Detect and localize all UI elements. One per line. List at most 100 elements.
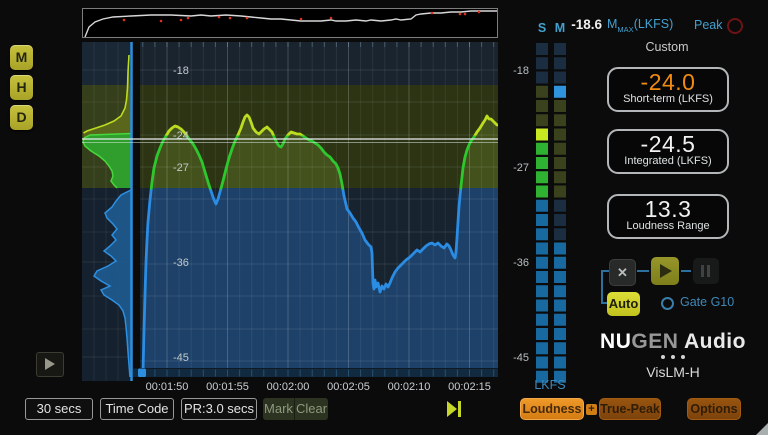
- graph-scrollbar[interactable]: [133, 369, 498, 378]
- meter-m-segment: [554, 143, 566, 155]
- meter-scale-label: -36: [513, 257, 529, 269]
- auto-button[interactable]: Auto: [607, 292, 640, 316]
- play-button[interactable]: [651, 257, 679, 285]
- meter-s-segment: [536, 129, 548, 141]
- meter-m-segment: [554, 129, 566, 141]
- histogram-play-button[interactable]: [36, 352, 64, 377]
- meter-s-segment: [536, 86, 548, 98]
- histogram-panel[interactable]: [82, 42, 131, 381]
- meter-m-segment: [554, 314, 566, 326]
- gate-label: Gate G10: [680, 295, 734, 309]
- skip-to-end-icon-bar: [458, 401, 461, 417]
- graph-y-label: -24: [173, 130, 189, 142]
- meter-m-segment: [554, 285, 566, 297]
- integrated-readout[interactable]: -24.5 Integrated (LKFS): [607, 129, 729, 174]
- connector-line: [601, 270, 603, 304]
- short-term-value: -24.0: [609, 69, 727, 95]
- meter-m-segment: [554, 43, 566, 55]
- meter-s-segment: [536, 243, 548, 255]
- connector-line: [637, 270, 649, 272]
- graph-y-label: -45: [173, 352, 189, 364]
- meter-scale-label: -27: [513, 162, 529, 174]
- meter-s-segment: [536, 157, 548, 169]
- true-peak-mode-button[interactable]: True-Peak: [599, 398, 661, 420]
- loudness-mode-button[interactable]: Loudness: [520, 398, 584, 420]
- meter-s-segment: [536, 57, 548, 69]
- loudness-history-graph[interactable]: -18-24-27-36-45: [140, 42, 498, 372]
- meter-s-segment: [536, 171, 548, 183]
- mmax-sub: MAX: [617, 25, 633, 34]
- loudness-range-readout[interactable]: 13.3 Loudness Range: [607, 194, 729, 239]
- product-name: VisLM-H: [600, 364, 746, 380]
- meter-m-segment: [554, 114, 566, 126]
- scrollbar-thumb[interactable]: [138, 369, 146, 378]
- loudness-range-label: Loudness Range: [609, 220, 727, 232]
- meter-m-segment: [554, 72, 566, 84]
- logo-nu: NU: [600, 330, 631, 353]
- tab-histogram[interactable]: H: [10, 75, 33, 100]
- meter-unit-label: LKFS: [522, 378, 578, 392]
- meter-m-segment: [554, 100, 566, 112]
- meter-s-segment: [536, 328, 548, 340]
- time-axis-label: 00:01:50: [146, 381, 189, 393]
- meter-m-segment: [554, 228, 566, 240]
- time-axis-label: 00:02:05: [327, 381, 370, 393]
- meter-s-segment: [536, 114, 548, 126]
- timecode-mode-button[interactable]: Time Code: [100, 398, 174, 420]
- resize-grip[interactable]: [756, 423, 768, 435]
- peak-indicator-led[interactable]: [727, 18, 743, 34]
- loudness-meters: -18 -27 -36 -45: [513, 43, 566, 383]
- graph-y-label: -18: [173, 65, 189, 77]
- meter-s-segment: [536, 357, 548, 369]
- meter-s-segment: [536, 43, 548, 55]
- meter-m-segment: [554, 86, 566, 98]
- momentary-max-label: MMAX(LKFS): [607, 17, 673, 34]
- tab-distribution[interactable]: D: [10, 105, 33, 130]
- mark-button[interactable]: Mark: [263, 398, 294, 420]
- graph-y-label: -36: [173, 257, 189, 269]
- meter-m-segment: [554, 200, 566, 212]
- pause-button[interactable]: [693, 258, 719, 284]
- logo-gen: GEN: [631, 330, 678, 353]
- meter-m-segment: [554, 214, 566, 226]
- meter-s-segment: [536, 300, 548, 312]
- nugen-audio-logo: NUGEN Audio: [600, 330, 746, 354]
- meter-s-segment: [536, 271, 548, 283]
- reset-button[interactable]: ✕: [609, 259, 636, 286]
- meter-s-segment: [536, 285, 548, 297]
- clear-button[interactable]: Clear: [294, 398, 328, 420]
- gate-radio[interactable]: [661, 297, 674, 310]
- meter-m-segment: [554, 171, 566, 183]
- loudness-range-value: 13.3: [609, 196, 727, 222]
- play-icon: [45, 358, 55, 370]
- pr-window-button[interactable]: PR:3.0 secs: [181, 398, 257, 420]
- meter-scale-label: -45: [513, 352, 529, 364]
- vislm-window: -18-24-27-36-4500:01:5000:01:5500:02:000…: [0, 0, 768, 435]
- meter-m-segment: [554, 243, 566, 255]
- meter-m-segment: [554, 257, 566, 269]
- short-term-readout[interactable]: -24.0 Short-term (LKFS): [607, 67, 729, 112]
- add-mode-button[interactable]: +: [586, 404, 597, 415]
- preset-name[interactable]: Custom: [607, 40, 727, 54]
- meter-s-segment: [536, 228, 548, 240]
- tab-momentary[interactable]: M: [10, 45, 33, 70]
- meter-s-segment: [536, 257, 548, 269]
- window-length-button[interactable]: 30 secs: [25, 398, 93, 420]
- logo-audio: Audio: [678, 330, 746, 353]
- meter-s-segment: [536, 72, 548, 84]
- meter-m-segment: [554, 57, 566, 69]
- integrated-label: Integrated (LKFS): [609, 155, 727, 167]
- time-axis-label: 00:02:10: [388, 381, 431, 393]
- options-button[interactable]: Options: [687, 398, 741, 420]
- mmax-unit: (LKFS): [634, 17, 674, 31]
- meter-s-segment: [536, 100, 548, 112]
- meter-m-segment: [554, 157, 566, 169]
- meter-s-segment: [536, 342, 548, 354]
- peak-label: Peak: [694, 18, 723, 32]
- meter-scale-label: -18: [513, 65, 529, 77]
- play-icon: [660, 264, 672, 278]
- meter-s-segment: [536, 214, 548, 226]
- meter-s-label: S: [533, 21, 551, 35]
- skip-to-end-button[interactable]: [447, 401, 463, 417]
- meter-m-segment: [554, 357, 566, 369]
